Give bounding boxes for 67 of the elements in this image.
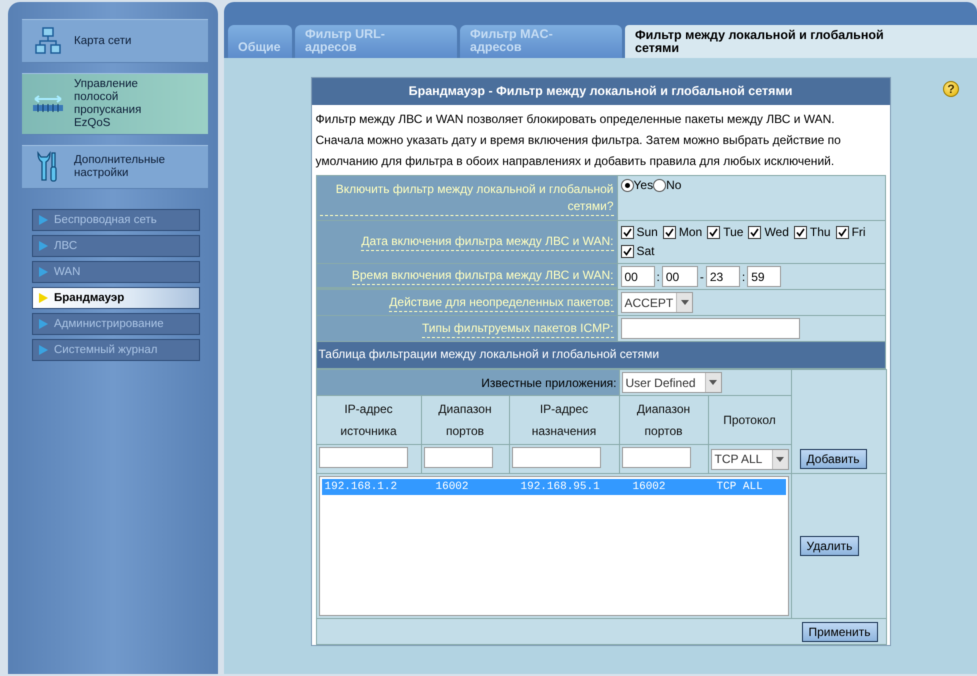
column-header: IP-адрес источника [340, 402, 397, 438]
checkbox[interactable] [794, 226, 807, 239]
protocol-dropdown[interactable]: TCP ALL [710, 448, 789, 470]
dropdown-arrow-icon [680, 300, 689, 305]
input-field[interactable] [622, 447, 691, 468]
setting-label: Время включения фильтра между ЛВС и WAN: [352, 266, 614, 284]
panel-title: Брандмауэр - Фильтр между локальной и глобальной сетями [312, 78, 890, 105]
setting-label: Действие для неопределенных пакетов: [389, 294, 614, 312]
day-label: Tue [723, 224, 744, 241]
day-label: Sun [636, 224, 658, 241]
day-label: Mon [678, 224, 702, 241]
column-header: IP-адрес назначения [532, 402, 596, 438]
setting-label: Типы фильтруемых пакетов ICMP: [422, 320, 614, 338]
dropdown-arrow-icon [776, 456, 784, 462]
input-field[interactable] [424, 447, 492, 468]
column-header: Диапазон портов [636, 402, 690, 438]
triangle-icon [39, 215, 48, 225]
time-separator: - [700, 270, 704, 284]
checkbox[interactable] [620, 226, 634, 239]
day-label: Wed [764, 224, 789, 241]
bandwidth-icon [32, 94, 64, 114]
day-label: Sat [636, 243, 655, 260]
triangle-icon [39, 241, 48, 251]
submenu-item[interactable]: Брандмауэр [32, 287, 200, 309]
radio-label: No [666, 178, 682, 192]
triangle-icon [39, 267, 48, 277]
action-dropdown[interactable]: ACCEPT [620, 292, 694, 313]
network-icon [34, 26, 62, 56]
time-field[interactable]: 23 [706, 266, 740, 287]
day-label: Thu [810, 224, 831, 241]
time-field[interactable]: 59 [747, 266, 782, 287]
table-title: Таблица фильтрации между локальной и глобальной сетями [316, 342, 884, 368]
checkbox[interactable] [748, 226, 762, 239]
delete-button[interactable]: Удалить [800, 536, 860, 556]
triangle-icon [39, 293, 48, 303]
time-field[interactable]: 00 [662, 266, 698, 287]
checkbox[interactable] [707, 226, 720, 239]
sidebar-menu-item[interactable]: Управление полосой пропускания EzQoS [22, 73, 208, 135]
checkbox[interactable] [836, 226, 849, 239]
column-header: Диапазон портов [438, 402, 492, 438]
setting-label: Дата включения фильтра между ЛВС и WAN: [361, 233, 614, 251]
column-header: Протокол [723, 413, 776, 427]
add-button[interactable]: Добавить [800, 449, 867, 469]
apply-button[interactable]: Применить [802, 622, 878, 642]
input-field[interactable] [318, 447, 408, 468]
triangle-icon [39, 319, 48, 329]
known-apps-label: Известные приложения: [481, 376, 617, 390]
tab[interactable]: Фильтр между локальной и глобальной сетями [625, 25, 977, 58]
sidebar-menu-item[interactable]: Дополнительные настройки [22, 145, 208, 189]
radio-button[interactable] [653, 178, 666, 192]
time-separator: : [656, 270, 660, 284]
description: Фильтр между ЛВС и WAN позволяет блокировать определенные пакеты между ЛВС и WAN. Сначала можно указать дату и время включения фильтра. Затем можно выбрать действие по умолчанию для фильтра в обоих направлениях и добавить правила для любых исключений. [314, 111, 842, 170]
checkbox[interactable] [620, 245, 634, 258]
input-field[interactable] [512, 447, 600, 468]
help-icon[interactable]: ? [943, 81, 959, 97]
sidebar-menu-item[interactable]: Карта сети [22, 19, 208, 63]
radio-button[interactable] [620, 178, 634, 192]
checkbox[interactable] [662, 226, 676, 239]
dropdown-arrow-icon [709, 380, 718, 385]
day-label: Fri [852, 224, 866, 241]
time-field[interactable]: 00 [620, 266, 654, 287]
setting-label: Включить фильтр между локальной и глобальной сетями? [320, 180, 614, 216]
apps-dropdown[interactable]: User Defined [622, 372, 722, 393]
time-separator: : [742, 270, 746, 284]
radio-label: Yes [634, 178, 654, 192]
triangle-icon [39, 345, 48, 355]
input-field[interactable] [620, 318, 800, 339]
